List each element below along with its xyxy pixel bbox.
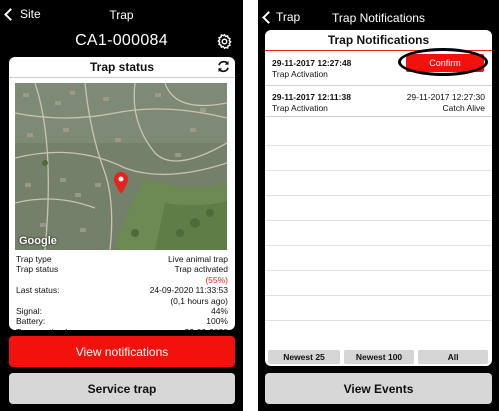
gear-icon[interactable] (216, 33, 233, 50)
notification-type: Trap Activation (272, 69, 328, 79)
notification-right-timestamp: 29-11-2017 12:27:30 (406, 92, 485, 102)
info-value: 100% (206, 316, 228, 327)
info-label: Last status: (16, 285, 60, 296)
info-label: Trap type (16, 254, 52, 264)
notifications-card: Trap Notifications 29-11-2017 12:27:48 T… (265, 30, 492, 366)
trap-screen: Site Trap CA1-000084 Trap status Google … (0, 0, 243, 411)
notification-type: Trap Activation (272, 103, 328, 113)
view-notifications-button[interactable]: View notifications (9, 336, 235, 367)
divider (265, 195, 492, 196)
trap-status-card: Trap status Google Trap type Live animal… (9, 57, 235, 330)
info-label: Trap serviced: (16, 327, 70, 330)
notification-timestamp: 29-11-2017 12:27:48 (272, 58, 352, 68)
divider (265, 245, 492, 246)
trap-id: CA1-000084 (75, 32, 168, 49)
info-row: Last status: 24-09-2020 11:33:53 (16, 285, 228, 295)
info-value: (55%) (205, 274, 228, 285)
map-pin-icon (114, 172, 128, 194)
nav-bar: Site Trap (0, 2, 243, 26)
notification-row[interactable]: 29-11-2017 12:11:38 Trap Activation 29-1… (265, 86, 492, 117)
card-title: Trap status (89, 60, 155, 74)
map-view[interactable]: Google (15, 83, 227, 250)
view-events-button[interactable]: View Events (265, 373, 492, 404)
filter-newest-25-button[interactable]: Newest 25 (268, 350, 340, 364)
service-trap-button[interactable]: Service trap (9, 373, 235, 404)
nav-bar: Trap Trap Notifications (258, 4, 499, 28)
info-value: Trap activated (174, 264, 228, 275)
refresh-icon[interactable] (216, 59, 231, 74)
info-row: Trap serviced: 22-09-2020 (16, 327, 228, 330)
info-row: (0,1 hours ago) (16, 296, 228, 306)
notification-timestamp: 29-11-2017 12:11:38 (272, 92, 351, 102)
info-value: 22-09-2020 (185, 327, 228, 330)
info-label: Battery: (16, 316, 46, 327)
filter-newest-100-button[interactable]: Newest 100 (344, 350, 414, 364)
divider (265, 145, 492, 146)
map-attribution: Google (19, 235, 57, 247)
info-label: Signal: (16, 306, 42, 317)
trap-info-list: Trap type Live animal trap Trap status Trap… (16, 254, 228, 330)
filter-all-button[interactable]: All (418, 350, 488, 364)
divider (265, 270, 492, 271)
divider (265, 170, 492, 171)
info-label: Trap status (16, 264, 59, 275)
notifications-screen: Trap Trap Notifications Trap Notificatio… (258, 0, 499, 411)
info-row: Signal: 44% (16, 306, 228, 316)
info-row: Trap status Trap activated (16, 264, 228, 274)
divider (265, 295, 492, 296)
notification-row[interactable]: 29-11-2017 12:27:48 Trap Activation Conf… (265, 48, 492, 86)
divider (265, 320, 492, 321)
nav-title: Trap Notifications (332, 11, 425, 25)
highlight-circle (398, 48, 488, 76)
info-row: Trap type Live animal trap (16, 254, 228, 264)
info-row: Battery: 100% (16, 316, 228, 326)
info-value: 24-09-2020 11:33:53 (149, 285, 228, 296)
divider (265, 220, 492, 221)
info-row: (55%) (16, 275, 228, 285)
notification-right-type: Catch Alive (442, 103, 485, 113)
nav-title: Trap (109, 8, 134, 22)
info-value: 44% (210, 306, 228, 317)
card-header: Trap status (9, 57, 235, 78)
info-value: Live animal trap (167, 254, 228, 264)
info-value: (0,1 hours ago) (170, 295, 228, 306)
